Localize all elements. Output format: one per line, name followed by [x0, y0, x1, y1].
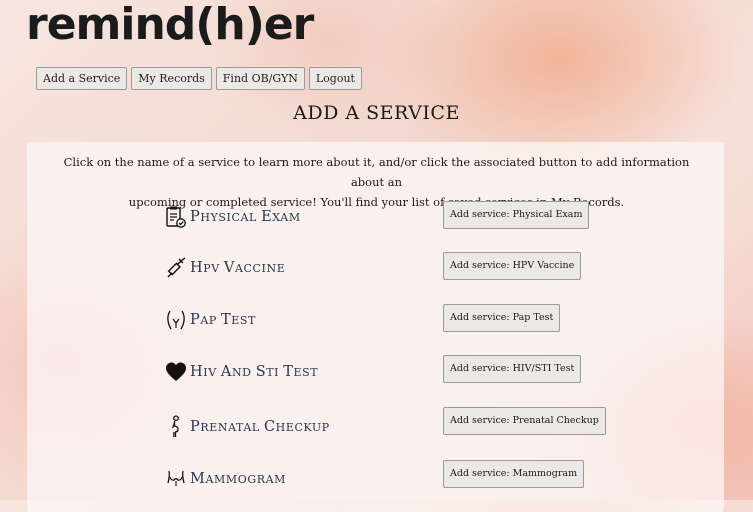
service-link-physical-exam[interactable]: PHYSICAL EXAM — [165, 205, 301, 229]
intro-text: Click on the name of a service to learn … — [50, 152, 703, 212]
add-pap-test-button[interactable]: Add service: Pap Test — [443, 304, 561, 332]
service-link-prenatal-checkup[interactable]: PRENATAL CHECKUP — [165, 415, 330, 439]
add-hpv-vaccine-button[interactable]: Add service: HPV Vaccine — [443, 252, 582, 280]
add-prenatal-checkup-button[interactable]: Add service: Prenatal Checkup — [443, 407, 606, 435]
service-link-pap-test[interactable]: PAP TEST — [165, 308, 256, 332]
pelvis-icon — [167, 310, 185, 330]
service-link-mammogram[interactable]: MAMMOGRAM — [165, 467, 286, 491]
service-link-hiv-sti-test[interactable]: HIV AND STI TEST — [165, 360, 318, 384]
intro-line-1: Click on the name of a service to learn … — [63, 155, 690, 189]
nav-add-service-button[interactable]: Add a Service — [36, 67, 128, 90]
add-hiv-sti-test-button[interactable]: Add service: HIV/STI Test — [443, 355, 582, 383]
main-nav: Add a Service My Records Find OB/GYN Log… — [36, 67, 362, 90]
pregnant-woman-icon — [171, 415, 179, 437]
service-name-hpv-vaccine: HPV VACCINE — [190, 260, 286, 276]
add-physical-exam-button[interactable]: Add service: Physical Exam — [443, 201, 590, 229]
service-link-hpv-vaccine[interactable]: HPV VACCINE — [165, 256, 285, 280]
add-mammogram-button[interactable]: Add service: Mammogram — [443, 460, 585, 488]
service-name-pap-test: PAP TEST — [190, 312, 256, 328]
heart-icon — [166, 362, 186, 381]
service-name-hiv-sti-test: HIV AND STI TEST — [190, 364, 319, 380]
page-title: ADD A SERVICE — [293, 102, 460, 124]
nav-logout-button[interactable]: Logout — [308, 67, 362, 90]
torso-icon — [167, 470, 185, 486]
nav-find-obgyn-button[interactable]: Find OB/GYN — [215, 67, 305, 90]
clipboard-check-icon — [166, 206, 186, 228]
nav-my-records-button[interactable]: My Records — [131, 67, 212, 90]
service-name-mammogram: MAMMOGRAM — [190, 471, 287, 487]
syringe-icon — [167, 257, 186, 278]
service-name-physical-exam: PHYSICAL EXAM — [190, 209, 301, 225]
app-logo: remind(h)er — [26, 0, 314, 50]
service-name-prenatal-checkup: PRENATAL CHECKUP — [190, 419, 330, 435]
intro-line-2: upcoming or completed service! You'll fi… — [128, 195, 625, 209]
